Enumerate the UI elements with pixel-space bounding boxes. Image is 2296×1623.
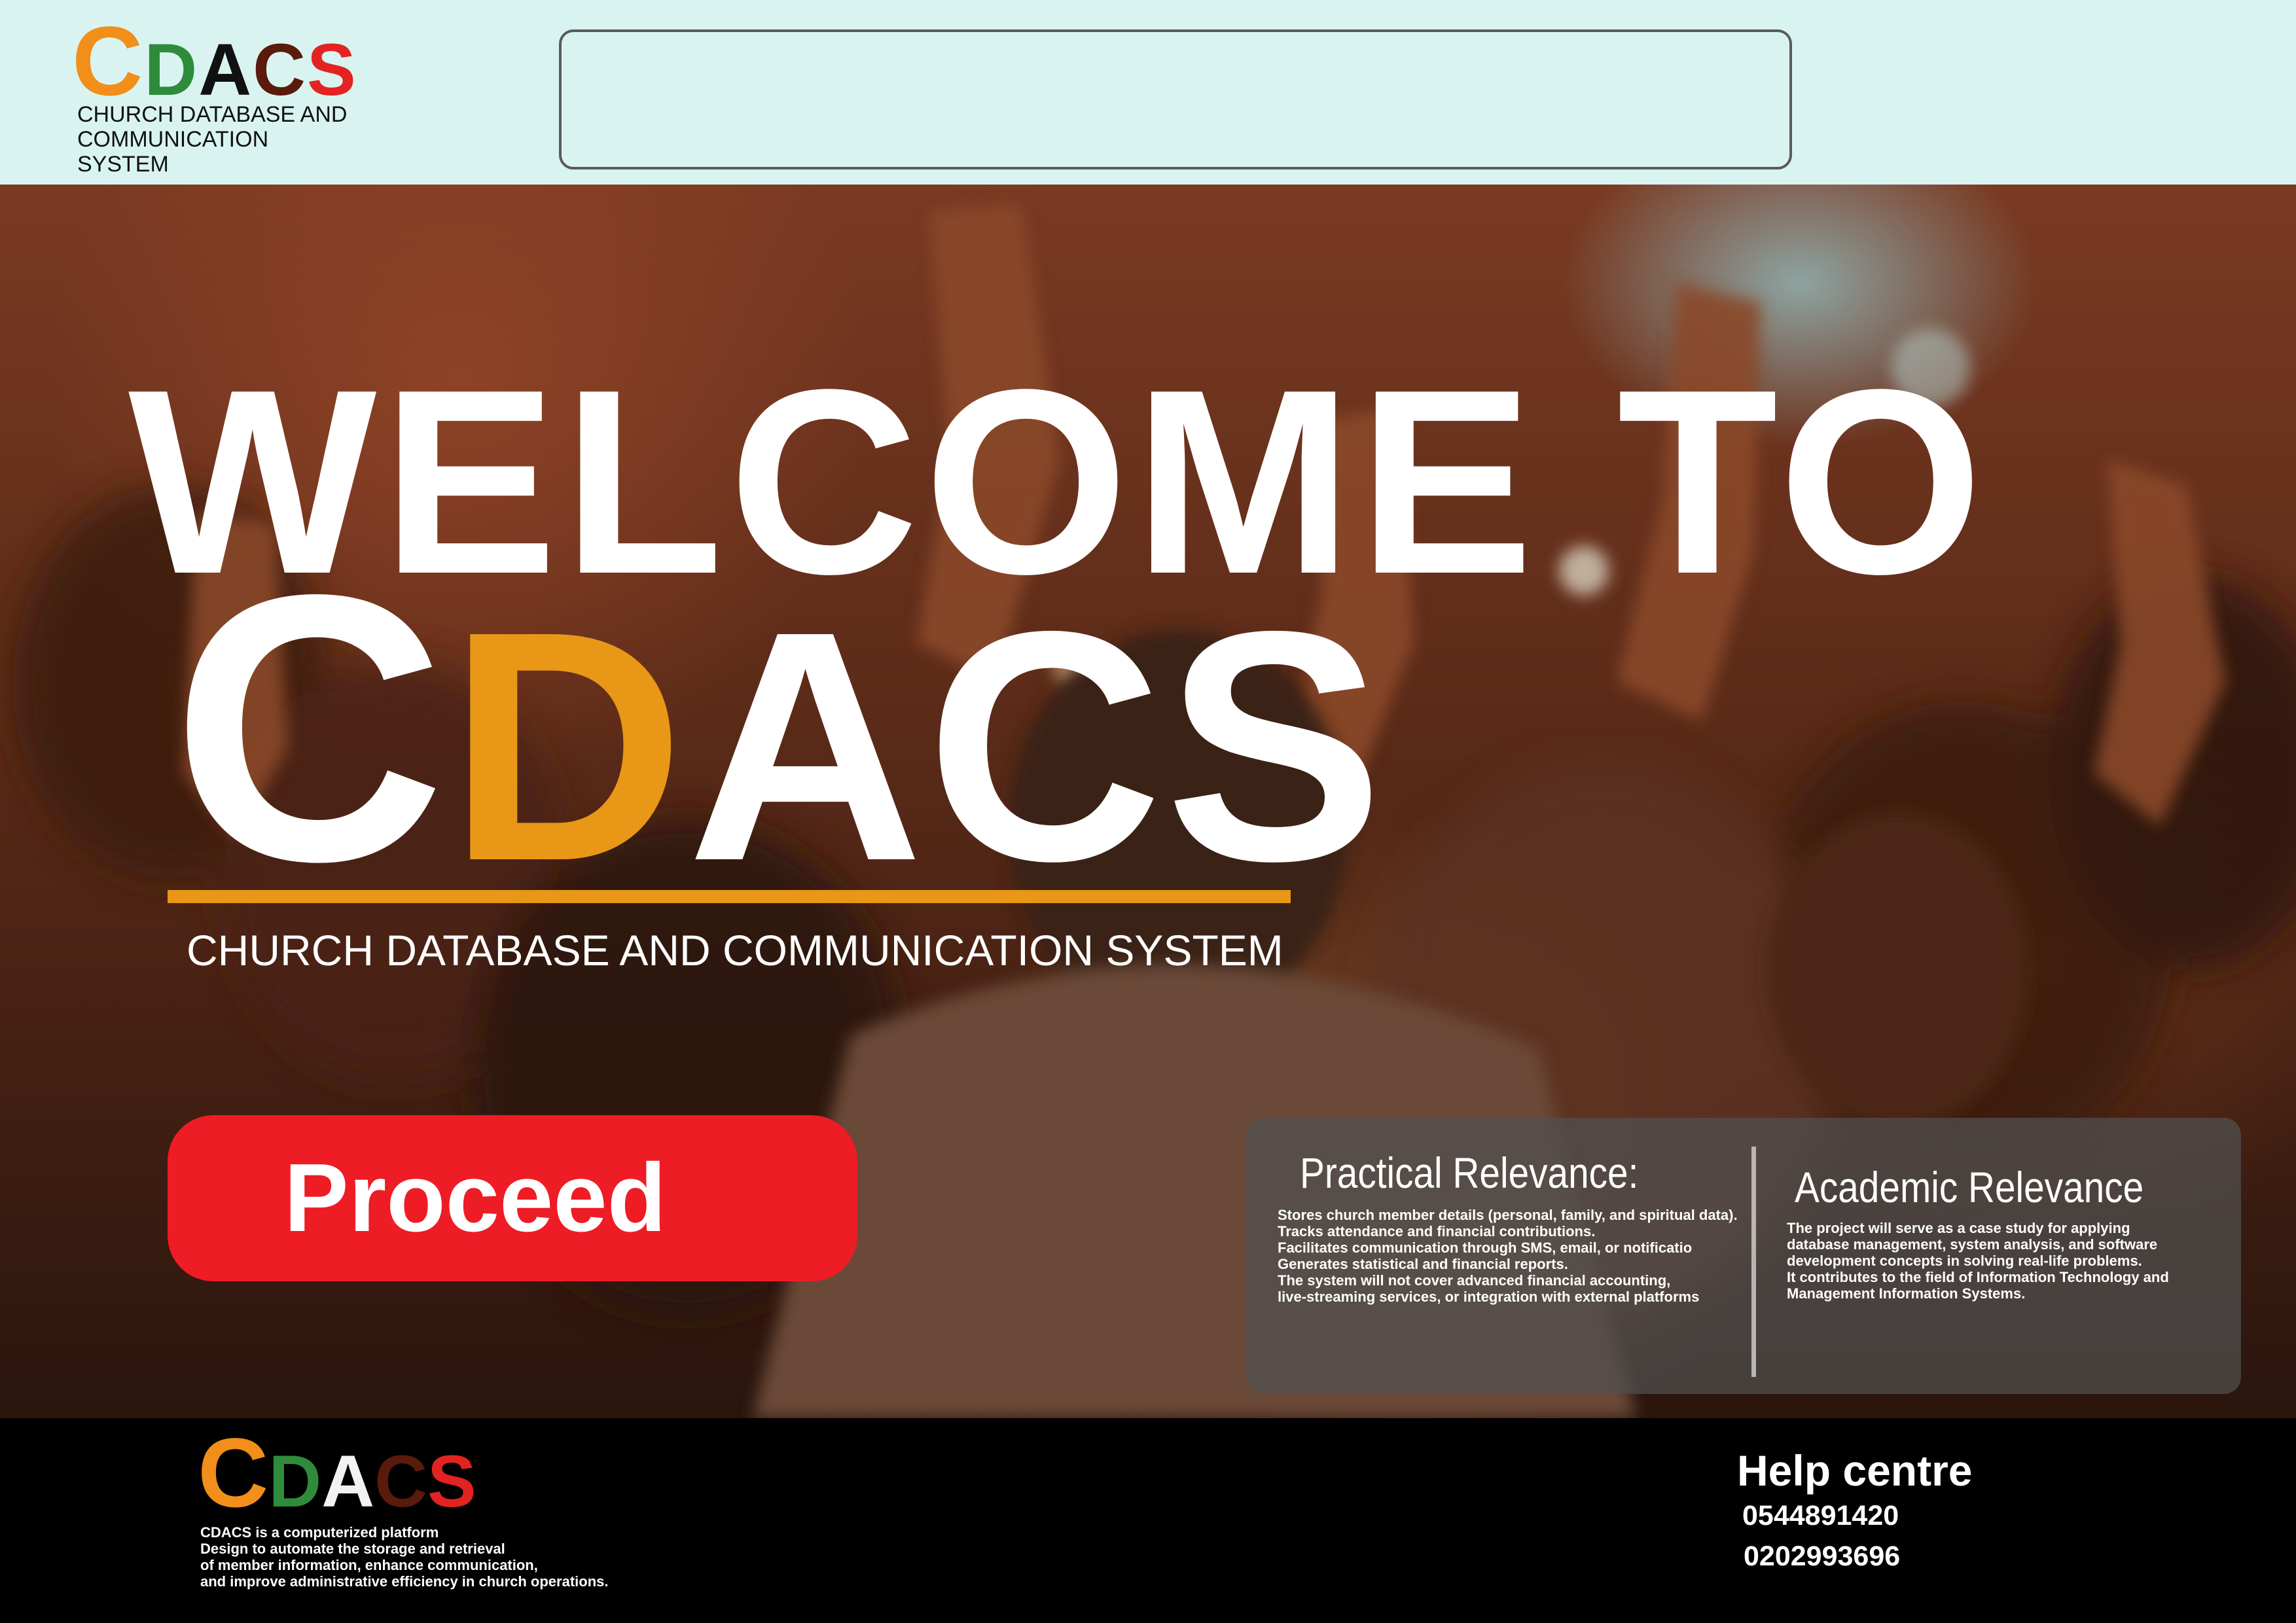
- footer-logo-letter-a: A: [321, 1440, 375, 1522]
- footer-logo-letter-s: S: [427, 1440, 476, 1522]
- practical-line: Generates statistical and financial repo…: [1278, 1256, 1568, 1272]
- academic-relevance-text: The project will serve as a case study f…: [1787, 1220, 2232, 1302]
- practical-line: Stores church member details (personal, …: [1278, 1207, 1738, 1223]
- footer-logo-letter-c: C: [198, 1418, 269, 1527]
- relevance-panel: Practical Relevance: Stores church membe…: [1246, 1118, 2241, 1394]
- proceed-button[interactable]: Proceed: [168, 1115, 857, 1281]
- panel-divider: [1751, 1147, 1756, 1377]
- practical-line: Tracks attendance and financial contribu…: [1278, 1223, 1596, 1240]
- about-line: of member information, enhance communica…: [200, 1557, 538, 1573]
- about-line: CDACS is a computerized platform: [200, 1524, 439, 1541]
- practical-line: Facilitates communication through SMS, e…: [1278, 1240, 1693, 1256]
- footer-about-text: CDACS is a computerized platform Design …: [200, 1524, 698, 1590]
- academic-line: The project will serve as a case study f…: [1787, 1220, 2130, 1236]
- academic-line: It contributes to the field of Informati…: [1787, 1269, 2169, 1285]
- footer-logo: CDACS: [198, 1423, 476, 1522]
- brand-underline: [168, 890, 1291, 903]
- academic-relevance-title: Academic Relevance: [1795, 1163, 2144, 1211]
- help-centre-title: Help centre: [1737, 1446, 1973, 1495]
- logo-subtitle-line: COMMUNICATION: [77, 127, 269, 152]
- academic-line: Management Information Systems.: [1787, 1285, 2026, 1302]
- hero-section: WELCOME TO CDACS CHURCH DATABASE AND COM…: [0, 185, 2296, 1418]
- brand-heading: CDACS: [171, 538, 1386, 918]
- footer-logo-letter-d: D: [268, 1440, 322, 1522]
- help-phone-number[interactable]: 0544891420: [1742, 1499, 1899, 1532]
- logo-letter-c: C: [72, 6, 143, 116]
- brand-letters-acs: ACS: [687, 563, 1386, 929]
- academic-line: development concepts in solving real-lif…: [1787, 1253, 2142, 1269]
- header-logo[interactable]: CDACS: [72, 6, 356, 116]
- help-phone-number[interactable]: 0202993696: [1744, 1540, 1900, 1573]
- footer-logo-letter-c2: C: [374, 1440, 427, 1522]
- logo-subtitle-line: CHURCH DATABASE AND: [77, 102, 348, 127]
- practical-line: live-streaming services, or integration …: [1278, 1289, 1700, 1305]
- search-input[interactable]: [559, 29, 1792, 169]
- about-line: Design to automate the storage and retri…: [200, 1541, 505, 1557]
- brand-letter-c: C: [171, 516, 448, 940]
- practical-relevance-title: Practical Relevance:: [1300, 1149, 1639, 1197]
- academic-line: database management, system analysis, an…: [1787, 1236, 2158, 1253]
- hero-tagline: CHURCH DATABASE AND COMMUNICATION SYSTEM: [187, 926, 1283, 974]
- brand-letter-d: D: [448, 563, 687, 929]
- about-line: and improve administrative efficiency in…: [200, 1573, 609, 1590]
- logo-subtitle: CHURCH DATABASE AND COMMUNICATION SYSTEM: [77, 102, 418, 177]
- practical-line: The system will not cover advanced finan…: [1278, 1272, 1671, 1289]
- top-header: CDACS CHURCH DATABASE AND COMMUNICATION …: [0, 0, 2296, 185]
- logo-subtitle-line: SYSTEM: [77, 152, 169, 177]
- footer: CDACS CDACS is a computerized platform D…: [0, 1418, 2296, 1623]
- practical-relevance-text: Stores church member details (personal, …: [1278, 1207, 1749, 1305]
